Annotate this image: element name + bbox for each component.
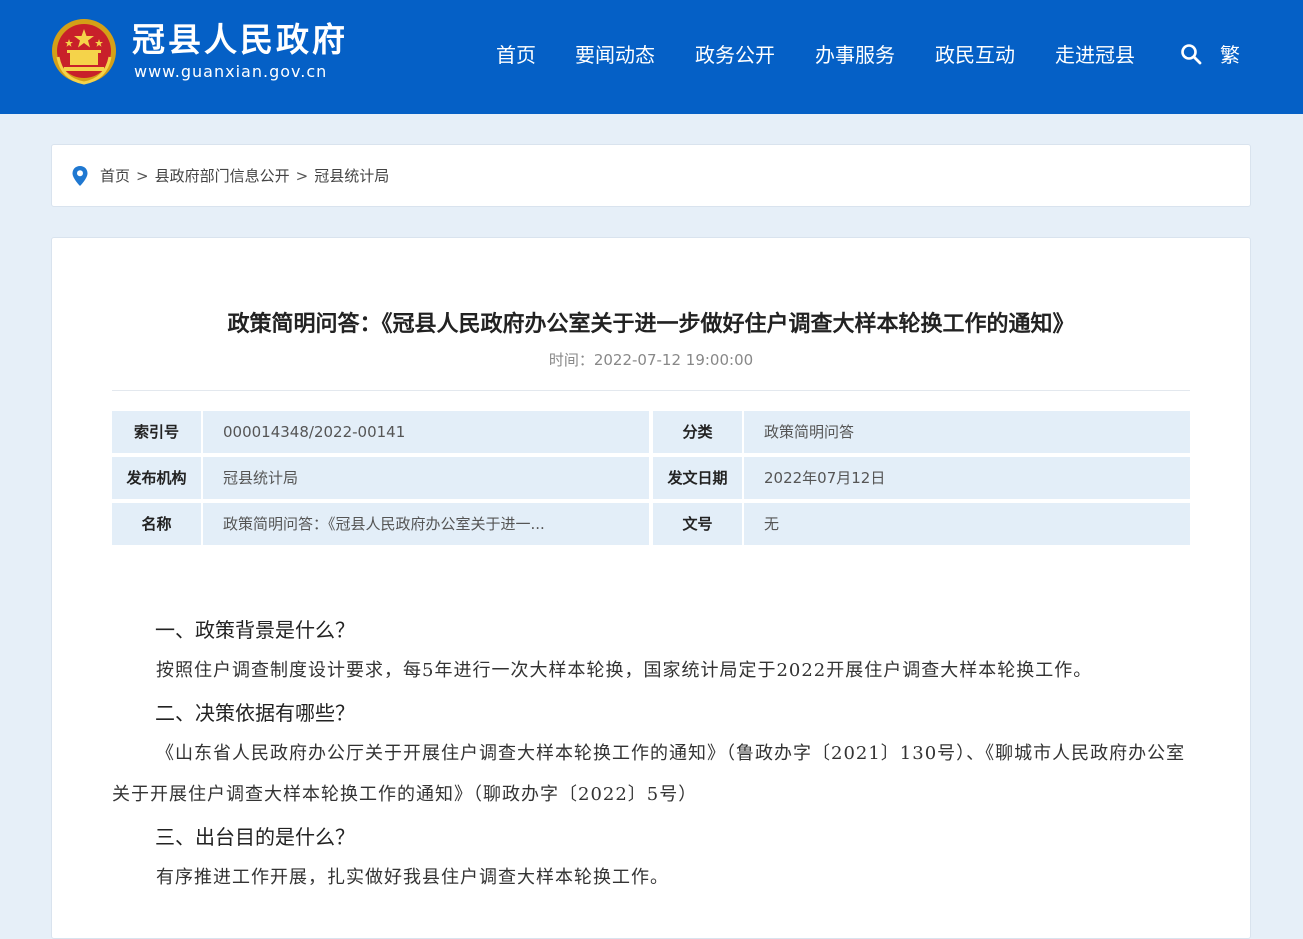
- publisher-key: 发布机构: [112, 457, 201, 499]
- article-panel: 政策简明问答：《冠县人民政府办公室关于进一步做好住户调查大样本轮换工作的通知》 …: [51, 237, 1251, 939]
- search-icon[interactable]: [1180, 43, 1202, 65]
- name-value: 政策简明问答：《冠县人民政府办公室关于进一...: [203, 503, 649, 545]
- table-row: 索引号 000014348/2022-00141 分类 政策简明问答: [112, 411, 1190, 453]
- section-heading: 一、政策背景是什么？: [155, 618, 355, 642]
- divider: [112, 390, 1190, 391]
- index-value: 000014348/2022-00141: [203, 411, 649, 453]
- section-paragraph: 按照住户调查制度设计要求，每5年进行一次大样本轮换，国家统计局定于2022开展住…: [156, 660, 1093, 681]
- breadcrumb-statistics-bureau[interactable]: 冠县统计局: [314, 167, 389, 185]
- category-value: 政策简明问答: [744, 411, 1190, 453]
- name-key: 名称: [112, 503, 201, 545]
- publisher-value: 冠县统计局: [203, 457, 649, 499]
- breadcrumb: 首页 > 县政府部门信息公开 > 冠县统计局: [51, 144, 1251, 207]
- nav-item-about-county[interactable]: 走进冠县: [1055, 42, 1135, 68]
- nav-item-news[interactable]: 要闻动态: [575, 42, 655, 68]
- breadcrumb-departments[interactable]: 县政府部门信息公开: [155, 167, 290, 185]
- nav-item-interaction[interactable]: 政民互动: [935, 42, 1015, 68]
- article-time: 时间：2022-07-12 19:00:00: [52, 350, 1250, 370]
- doc-number-value: 无: [744, 503, 1190, 545]
- location-pin-icon: [72, 166, 88, 186]
- nav-item-home[interactable]: 首页: [496, 42, 536, 68]
- category-key: 分类: [653, 411, 742, 453]
- breadcrumb-trail: 首页 > 县政府部门信息公开 > 冠县统计局: [100, 166, 389, 186]
- section-paragraph: 有序推进工作开展，扎实做好我县住户调查大样本轮换工作。: [156, 867, 669, 888]
- breadcrumb-separator: >: [295, 167, 309, 185]
- date-key: 发文日期: [653, 457, 742, 499]
- section-heading: 三、出台目的是什么？: [155, 825, 355, 849]
- time-value: 2022-07-12 19:00:00: [593, 351, 754, 369]
- nav-item-services[interactable]: 办事服务: [815, 42, 895, 68]
- national-emblem-icon[interactable]: [50, 17, 118, 87]
- article-title: 政策简明问答：《冠县人民政府办公室关于进一步做好住户调查大样本轮换工作的通知》: [227, 312, 1075, 337]
- nav-item-gov-affairs[interactable]: 政务公开: [695, 42, 775, 68]
- breadcrumb-separator: >: [136, 167, 149, 185]
- doc-number-key: 文号: [653, 503, 742, 545]
- time-label: 时间：: [548, 351, 594, 369]
- site-title[interactable]: 冠县人民政府: [132, 20, 348, 60]
- table-row: 名称 政策简明问答：《冠县人民政府办公室关于进一... 文号 无: [112, 503, 1190, 545]
- breadcrumb-home[interactable]: 首页: [100, 167, 130, 185]
- section-heading: 二、决策依据有哪些？: [155, 701, 355, 725]
- date-value: 2022年07月12日: [744, 457, 1190, 499]
- table-row: 发布机构 冠县统计局 发文日期 2022年07月12日: [112, 457, 1190, 499]
- traditional-chinese-toggle[interactable]: 繁: [1220, 42, 1240, 68]
- site-url[interactable]: www.guanxian.gov.cn: [134, 62, 327, 82]
- section-paragraph: 《山东省人民政府办公厅关于开展住户调查大样本轮换工作的通知》（鲁政办字〔2021…: [112, 743, 1186, 805]
- site-header: 冠县人民政府 www.guanxian.gov.cn 首页 要闻动态 政务公开 …: [0, 0, 1303, 114]
- index-key: 索引号: [112, 411, 201, 453]
